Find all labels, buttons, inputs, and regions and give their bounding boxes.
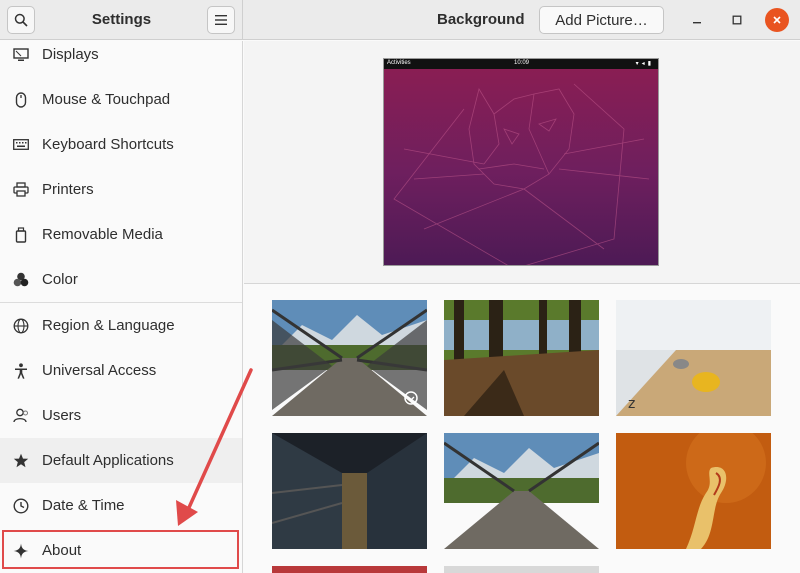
sidebar-item-label: Mouse & Touchpad	[42, 91, 171, 108]
page-title: Background	[437, 11, 525, 28]
preview-status-icons: ▾◂▮	[635, 61, 654, 67]
ubuntu-puma-artwork	[393, 83, 650, 265]
menu-button[interactable]	[207, 6, 235, 34]
wallpaper-thumbnail[interactable]	[444, 300, 599, 416]
removable-media-icon	[0, 226, 42, 243]
background-panel: Activities 10:09 ▾◂▮ z	[244, 41, 800, 573]
sidebar-item-label: Universal Access	[42, 362, 157, 379]
close-icon	[773, 16, 781, 24]
display-icon	[0, 47, 42, 62]
tunnel-wallpaper	[272, 433, 427, 549]
sidebar-item-displays[interactable]: Displays	[0, 41, 242, 77]
add-picture-button[interactable]: Add Picture…	[539, 6, 664, 34]
sidebar-item-label: Date & Time	[42, 497, 125, 514]
maximize-button[interactable]	[725, 8, 749, 32]
sidebar-item-label: Color	[42, 271, 78, 288]
sidebar-item-label: Users	[42, 407, 82, 424]
sidebar-header: Settings	[0, 0, 243, 40]
preview-clock-label: 10:09	[514, 60, 530, 66]
abstract-orange-wallpaper	[616, 433, 771, 549]
sidebar-item-keyboard-shortcuts[interactable]: Keyboard Shortcuts	[0, 122, 242, 167]
preview-top-bar: Activities 10:09 ▾◂▮	[384, 59, 658, 69]
users-icon	[0, 408, 42, 423]
wallpaper-thumbnail[interactable]: z	[616, 300, 771, 416]
keyboard-icon	[0, 139, 42, 150]
accessibility-icon	[0, 362, 42, 379]
close-button[interactable]	[765, 8, 789, 32]
sidebar-item-default-applications[interactable]: Default Applications	[0, 438, 242, 483]
sidebar-item-label: Printers	[42, 181, 94, 198]
clock-icon	[0, 497, 42, 514]
preview-area: Activities 10:09 ▾◂▮	[244, 41, 800, 284]
minimize-button[interactable]	[685, 8, 709, 32]
hamburger-icon	[215, 15, 227, 25]
preview-activities-label: Activities	[387, 60, 411, 66]
current-background-preview: Activities 10:09 ▾◂▮	[383, 58, 659, 266]
wallpaper-thumbnail[interactable]	[272, 433, 427, 549]
sidebar-item-label: Default Applications	[42, 452, 174, 469]
sidebar: Displays Mouse & Touchpad Keyboard Short…	[0, 41, 243, 573]
color-icon	[0, 272, 42, 287]
svg-text:z: z	[628, 396, 635, 412]
sidebar-item-label: Region & Language	[42, 317, 175, 334]
sidebar-item-date-time[interactable]: Date & Time	[0, 483, 242, 528]
sidebar-item-removable-media[interactable]: Removable Media	[0, 212, 242, 257]
sidebar-item-region-language[interactable]: Region & Language	[0, 303, 242, 348]
header-bar: Settings Background Add Picture…	[0, 0, 800, 40]
printer-icon	[0, 182, 42, 197]
minimize-icon	[693, 22, 701, 24]
sidebar-item-users[interactable]: Users	[0, 393, 242, 438]
shuffleboard-wallpaper: z	[616, 300, 771, 416]
sidebar-item-color[interactable]: Color	[0, 257, 242, 302]
wallpaper-thumbnail[interactable]	[272, 300, 427, 416]
wallpaper-thumbnail-partial[interactable]	[272, 566, 427, 573]
about-highlight-box	[2, 530, 239, 569]
wallpaper-thumbnail[interactable]	[444, 433, 599, 549]
sidebar-item-universal-access[interactable]: Universal Access	[0, 348, 242, 393]
bridge-wallpaper	[272, 300, 427, 416]
bridge-wallpaper-2	[444, 433, 599, 549]
forest-wallpaper	[444, 300, 599, 416]
sidebar-item-printers[interactable]: Printers	[0, 167, 242, 212]
maximize-icon	[732, 15, 742, 25]
wallpaper-thumbnail-partial[interactable]	[444, 566, 599, 573]
sidebar-item-label: Displays	[42, 46, 99, 63]
globe-icon	[0, 318, 42, 334]
sidebar-item-label: Removable Media	[42, 226, 163, 243]
sidebar-item-mouse-touchpad[interactable]: Mouse & Touchpad	[0, 77, 242, 122]
wallpaper-thumbnail[interactable]	[616, 433, 771, 549]
star-icon	[0, 453, 42, 468]
mouse-icon	[0, 91, 42, 108]
sidebar-item-label: Keyboard Shortcuts	[42, 136, 174, 153]
